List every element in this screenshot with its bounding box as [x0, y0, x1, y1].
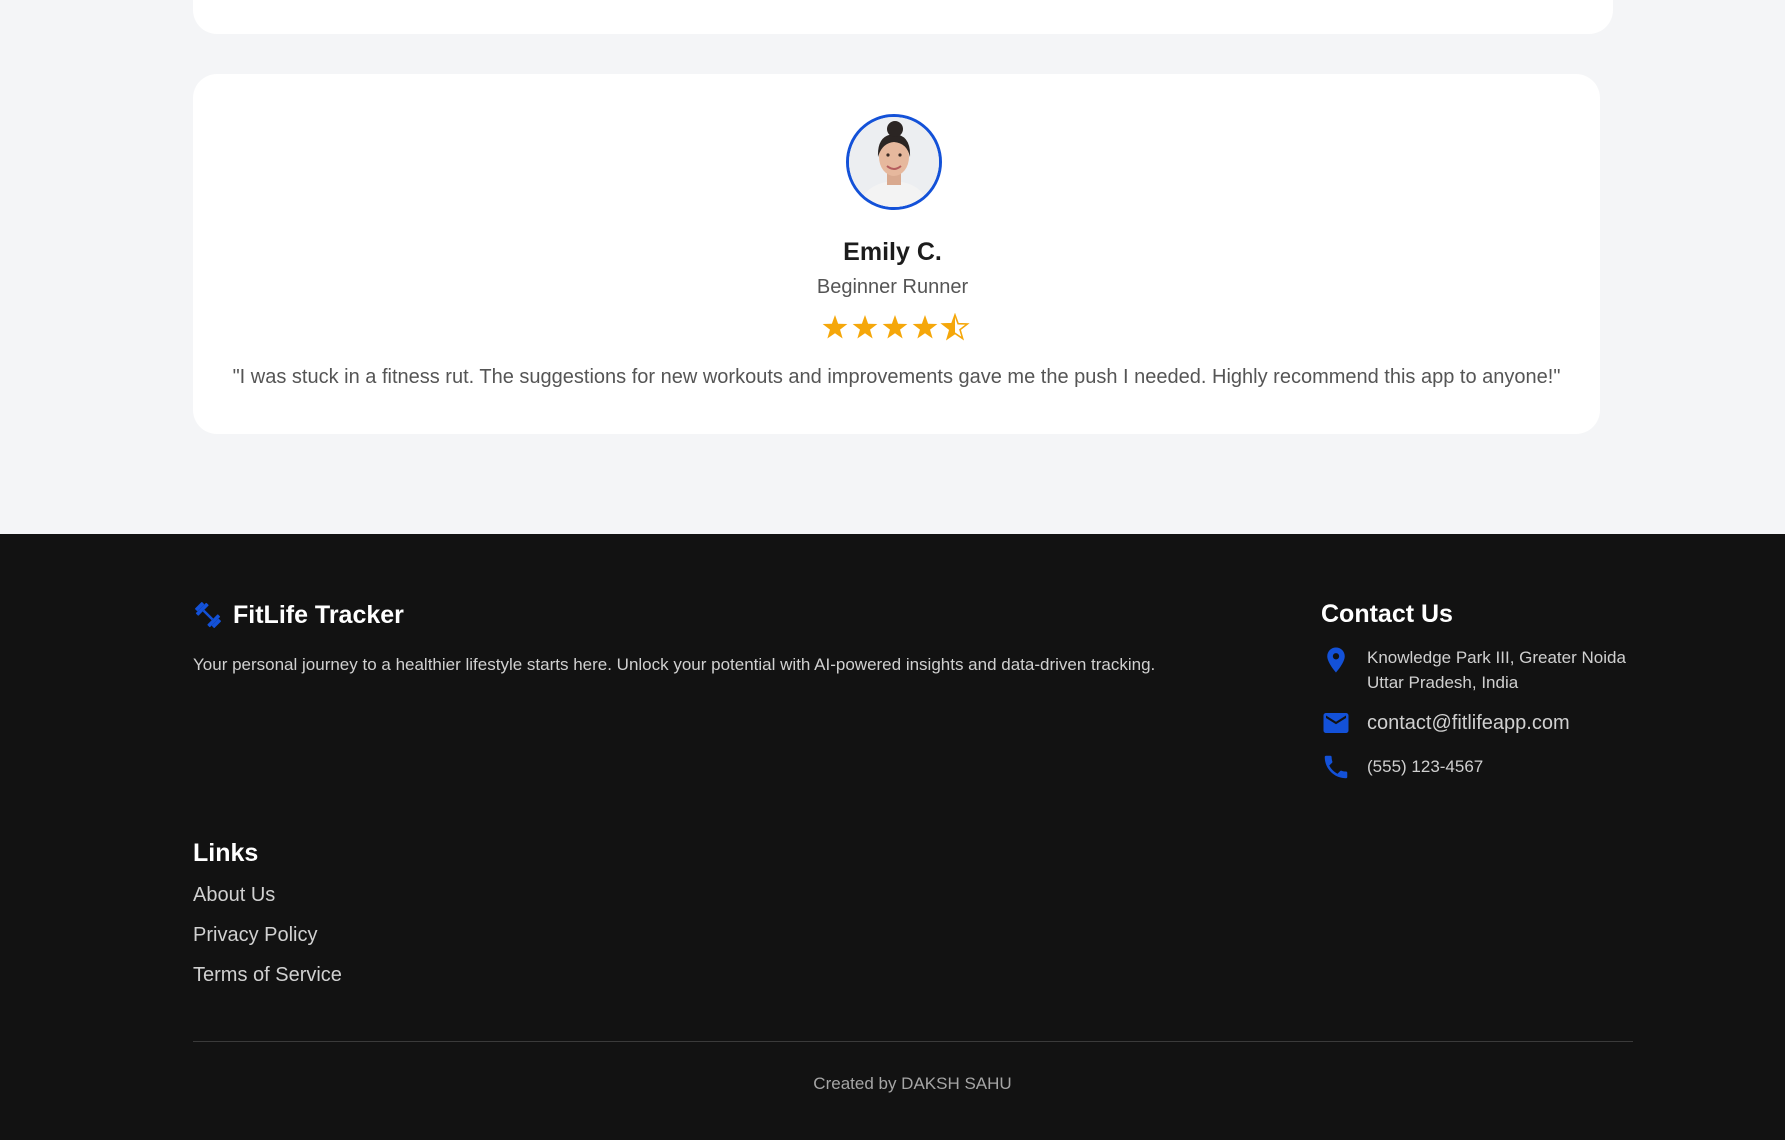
star-rating [822, 313, 970, 341]
dumbbell-icon [195, 602, 221, 628]
contact-title: Contact Us [1321, 600, 1453, 628]
star-full-icon [822, 315, 848, 339]
contact-address: Knowledge Park III, Greater Noida Uttar … [1321, 645, 1626, 695]
email-link[interactable]: contact@fitlifeapp.com [1367, 708, 1570, 738]
contact-phone[interactable]: (555) 123-4567 [1321, 752, 1483, 782]
previous-testimonial-card [193, 0, 1613, 34]
footer-credit: Created by DAKSH SAHU [813, 1074, 1012, 1093]
footer-brand-title: FitLife Tracker [233, 600, 404, 629]
phone-number[interactable]: (555) 123-4567 [1367, 752, 1483, 782]
contact-email[interactable]: contact@fitlifeapp.com [1321, 708, 1570, 738]
avatar-portrait [849, 117, 939, 207]
star-full-icon [912, 315, 938, 339]
footer-link-about-us[interactable]: About Us [193, 884, 275, 907]
mail-icon [1323, 713, 1349, 733]
star-full-icon [852, 315, 878, 339]
address-line-1: Knowledge Park III, Greater Noida [1367, 648, 1626, 667]
footer-brand: FitLife Tracker [193, 600, 404, 630]
star-half-icon [940, 313, 970, 341]
address-line-2: Uttar Pradesh, India [1367, 673, 1519, 692]
footer-link-terms-of-service[interactable]: Terms of Service [193, 964, 342, 987]
testimonial-role: Beginner Runner [816, 276, 969, 298]
testimonial-quote: "I was stuck in a fitness rut. The sugge… [232, 366, 1561, 388]
footer-brand-description: Your personal journey to a healthier lif… [193, 655, 1156, 674]
star-full-icon [882, 315, 908, 339]
footer-link-privacy-policy[interactable]: Privacy Policy [193, 924, 317, 947]
phone-icon [1324, 755, 1348, 779]
links-title: Links [193, 839, 259, 867]
testimonial-name: Emily C. [843, 238, 942, 266]
avatar [846, 114, 942, 210]
footer-divider [193, 1041, 1633, 1042]
location-pin-icon [1327, 647, 1345, 673]
